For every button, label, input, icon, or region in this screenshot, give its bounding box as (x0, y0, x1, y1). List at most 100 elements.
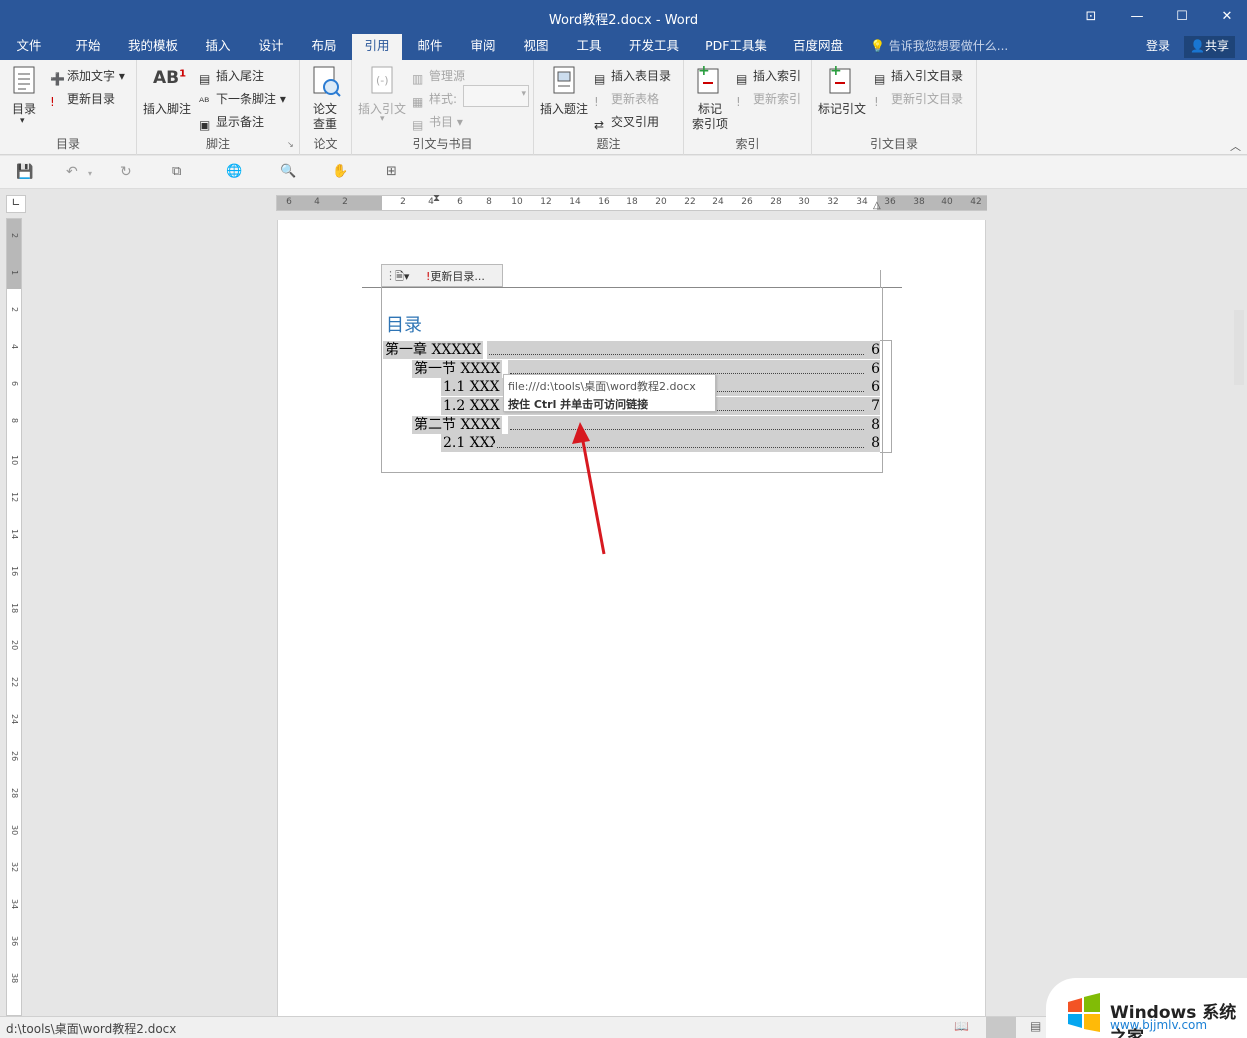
windows-logo-icon (1068, 993, 1100, 1032)
toc-content-control: ⋮ 🗎▾ !更新目录... (381, 264, 503, 287)
insert-footnote-button[interactable]: 插入脚注 (143, 100, 191, 117)
ruler-number: 12 (540, 197, 552, 207)
toc-heading: 目录 (386, 315, 422, 336)
window-title: Word教程2.docx - Word (548, 13, 699, 28)
ruler-number: 8 (10, 418, 19, 424)
watermark: Windows 系统之家 www.bjjmlv.com (1046, 978, 1247, 1038)
minimize-icon[interactable]: — (1122, 6, 1152, 28)
toc-button[interactable]: 目录 (12, 100, 36, 117)
tab-my-templates[interactable]: 我的模板 (120, 34, 186, 60)
update-toa-button[interactable]: ! 更新引文目录 (874, 90, 963, 109)
bibliography-button[interactable]: ▤ 书目 ▾ (412, 113, 463, 132)
read-mode-icon[interactable]: 📖 (954, 1019, 969, 1033)
svg-text:+: + (698, 64, 710, 79)
tab-insert[interactable]: 插入 (196, 34, 240, 60)
mark-citation-button[interactable]: 标记引文 (818, 100, 866, 117)
undo-icon[interactable]: ↶ (66, 164, 84, 180)
update-table-button[interactable]: ! 更新表格 (594, 90, 659, 109)
show-notes-button[interactable]: ▣ 显示备注 (199, 113, 264, 132)
update-toc-button[interactable]: ! 更新目录 (50, 90, 115, 109)
touch-mode-icon[interactable]: ✋ (332, 164, 350, 180)
mark-entry-button-line2[interactable]: 索引项 (692, 115, 728, 132)
tab-file[interactable]: 文件 (8, 34, 50, 60)
insert-endnote-button[interactable]: ▤ 插入尾注 (199, 67, 264, 86)
redo-icon[interactable]: ↻ (120, 164, 138, 180)
group-toc: 目录 ▾ ➕ 添加文字 ▾ ! 更新目录 目录 (0, 60, 137, 155)
tab-review[interactable]: 审阅 (461, 34, 505, 60)
update-index-button[interactable]: ! 更新索引 (736, 90, 801, 109)
manage-sources-icon: ▥ (412, 72, 424, 86)
bibliography-icon: ▤ (412, 118, 424, 132)
svg-text:(-): (-) (376, 74, 389, 87)
tell-me-box[interactable]: 💡 告诉我您想要做什么... (870, 34, 1008, 60)
group-label-toa: 引文目录 (869, 137, 918, 151)
add-text-button[interactable]: ➕ 添加文字 ▾ (50, 67, 125, 86)
toc-entry-page: 6 (871, 360, 880, 378)
insert-caption-button[interactable]: 插入题注 (540, 100, 588, 117)
chevron-down-icon[interactable]: ▾ (380, 114, 385, 124)
chevron-down-icon[interactable]: ▾ (88, 169, 106, 185)
horizontal-ruler[interactable]: ⧗ △ 6 4 2 2 4 6 8 10 12 14 16 18 20 22 24 26 28 30 32 34 36 3… (276, 193, 987, 211)
group-label-paper: 论文 (313, 137, 338, 151)
print-layout-icon[interactable] (986, 1017, 1016, 1038)
update-toc-control[interactable]: !更新目录... (426, 268, 485, 284)
manage-sources-button[interactable]: ▥ 管理源 (412, 67, 465, 86)
insert-toa-button[interactable]: ▤ 插入引文目录 (874, 67, 963, 86)
insert-citation-icon: (-) (370, 66, 396, 99)
ruler-number: 32 (827, 197, 839, 207)
toc-entry[interactable]: 2.1 XXX 8 (441, 434, 880, 452)
next-footnote-button[interactable]: ᴬᴮ 下一条脚注 ▾ (199, 90, 286, 109)
toc-entry[interactable]: 第二节 XXXX 8 (412, 416, 880, 434)
insert-index-button[interactable]: ▤ 插入索引 (736, 67, 801, 86)
ruler-number: 2 (342, 197, 348, 207)
ruler-number: 36 (10, 936, 19, 947)
tab-developer[interactable]: 开发工具 (622, 34, 686, 60)
close-icon[interactable]: ✕ (1212, 6, 1242, 28)
login-link[interactable]: 登录 (1146, 34, 1170, 58)
tab-selector[interactable]: ∟ (6, 195, 26, 213)
tab-design[interactable]: 设计 (249, 34, 293, 60)
print-preview-icon[interactable]: 🔍 (280, 164, 298, 180)
save-icon[interactable]: 💾 (16, 164, 34, 180)
toc-menu-icon[interactable]: 🗎▾ (395, 268, 409, 287)
tab-pdf-tools[interactable]: PDF工具集 (700, 34, 772, 60)
ribbon: 目录 ▾ ➕ 添加文字 ▾ ! 更新目录 目录 AB1 插入脚注 ▤ 插入尾注 ᴬᴮ 下… (0, 60, 1247, 155)
web-layout-icon[interactable]: 🌐 (226, 164, 244, 180)
chevron-down-icon[interactable]: ▾ (20, 116, 25, 126)
tab-view[interactable]: 视图 (514, 34, 558, 60)
tab-home[interactable]: 开始 (66, 34, 110, 60)
ribbon-display-options-icon[interactable]: ⊡ (1076, 6, 1106, 28)
group-label-footnotes: 脚注 (205, 137, 230, 151)
toc-entry[interactable]: 第一章 XXXXX 6 (383, 341, 880, 359)
collapse-ribbon-icon[interactable]: ︿ (1230, 138, 1241, 154)
ruler-number: 26 (10, 751, 19, 762)
paper-check-button-line2[interactable]: 查重 (313, 115, 337, 132)
vertical-scrollbar[interactable] (1234, 310, 1244, 385)
ruler-number: 6 (286, 197, 292, 207)
cross-reference-button[interactable]: ⇄ 交叉引用 (594, 113, 659, 132)
update-toc-control-label: 更新目录... (430, 270, 485, 283)
vertical-ruler[interactable]: 2 1 2 4 6 8 10 12 14 16 18 20 22 24 26 28 30 32 34 36 38 (6, 218, 22, 1016)
maximize-icon[interactable]: ☐ (1167, 6, 1197, 28)
style-label-text: 样式: (429, 92, 458, 106)
tab-tools[interactable]: 工具 (567, 34, 611, 60)
ruler-top-margin (7, 219, 21, 289)
table-of-figures-icon: ▤ (594, 72, 606, 86)
two-page-icon[interactable]: ⧉ (172, 164, 190, 180)
customize-icon[interactable]: ⊞ (386, 164, 404, 180)
share-button[interactable]: 👤共享 (1184, 36, 1235, 58)
ruler-number: 4 (10, 344, 19, 350)
insert-table-of-figures-button[interactable]: ▤ 插入表目录 (594, 67, 671, 86)
toc-entry-page: 6 (871, 378, 880, 396)
svg-text:+: + (830, 64, 842, 79)
ruler-number: 30 (10, 825, 19, 836)
tab-references[interactable]: 引用 (352, 34, 402, 60)
ribbon-tabs: 文件 开始 我的模板 插入 设计 布局 引用 邮件 审阅 视图 工具 开发工具 … (0, 34, 1247, 60)
style-dropdown[interactable]: ▾ (463, 85, 529, 107)
update-table-icon: ! (594, 95, 599, 109)
right-indent-icon[interactable]: △ (873, 200, 881, 211)
tab-layout[interactable]: 布局 (302, 34, 346, 60)
tab-baidu-netdisk[interactable]: 百度网盘 (786, 34, 850, 60)
tab-mailings[interactable]: 邮件 (408, 34, 452, 60)
web-layout-view-icon[interactable]: ▤ (1030, 1019, 1041, 1033)
